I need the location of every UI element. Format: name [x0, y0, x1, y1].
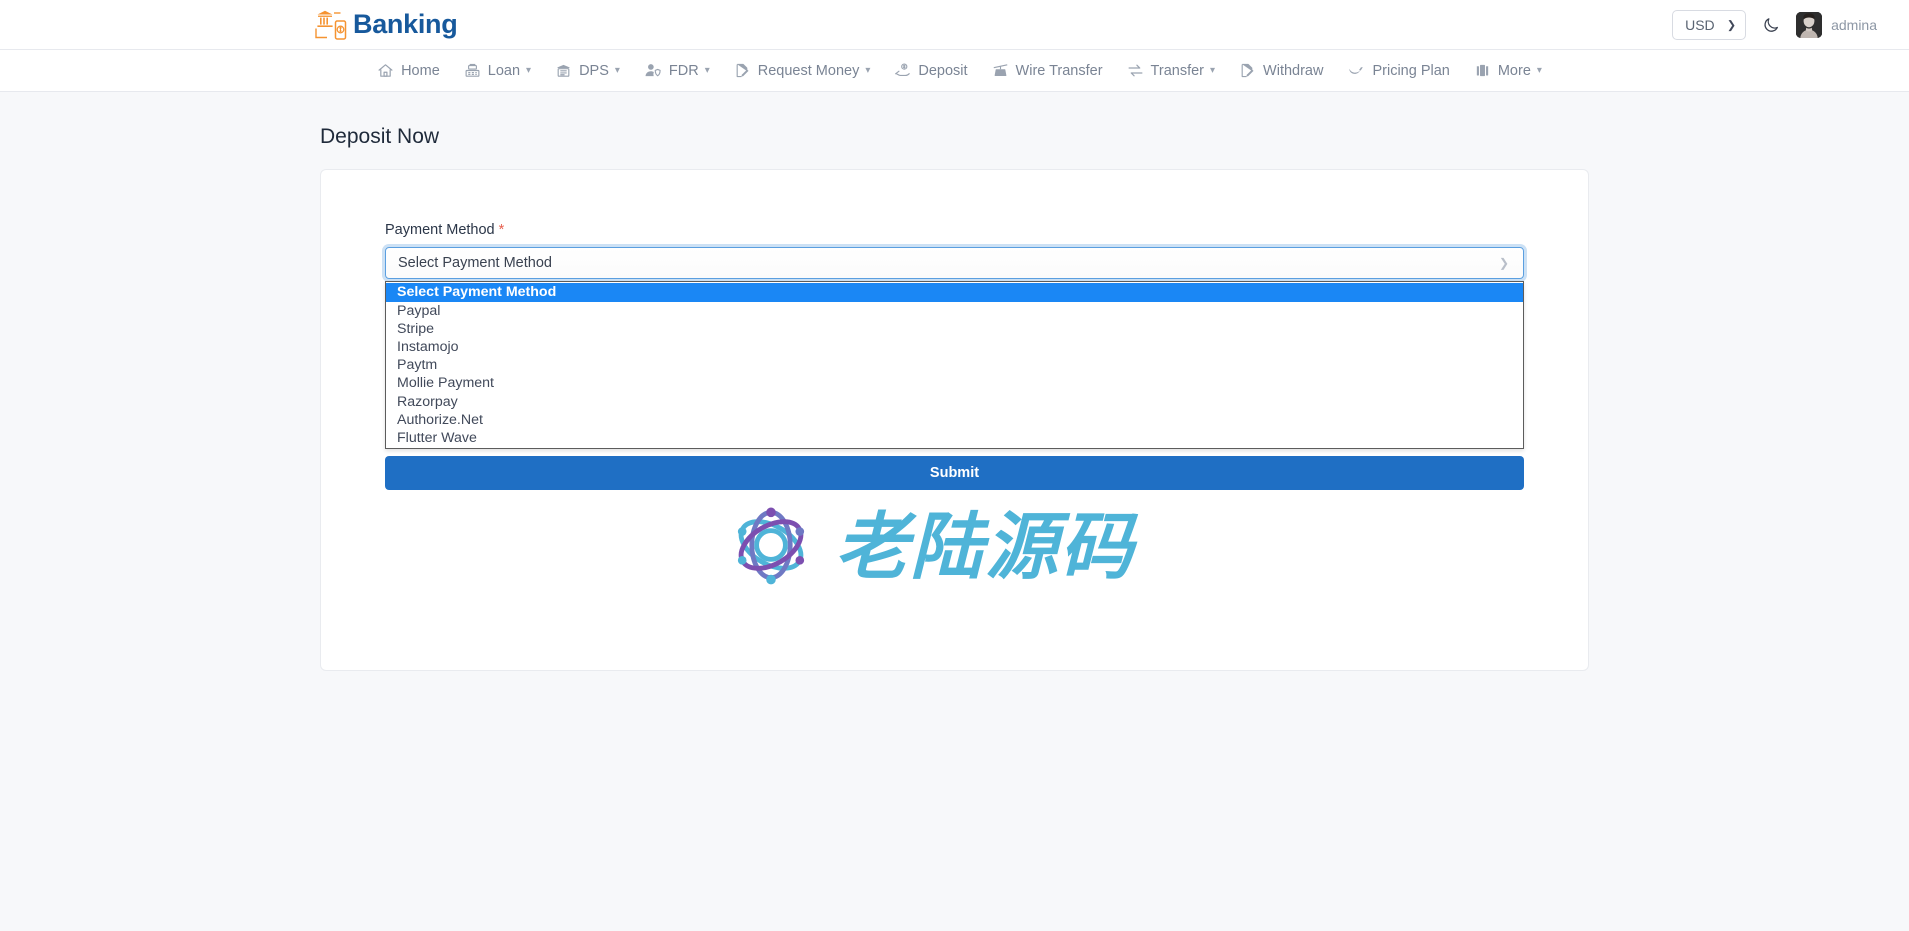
swoosh-check-icon [1347, 62, 1365, 79]
chevron-down-icon: ▾ [705, 65, 710, 76]
nav-item-pricing-plan[interactable]: Pricing Plan [1335, 50, 1461, 92]
dropdown-option[interactable]: Stripe [386, 320, 1523, 338]
nav-item-label: Home [401, 63, 440, 79]
user-shield-icon [644, 62, 662, 79]
brand-name: Banking [353, 11, 457, 38]
file-signature-icon [1239, 62, 1256, 79]
submit-button[interactable]: Submit [385, 456, 1524, 490]
main-content: Deposit Now Payment Method * Select Paym… [0, 92, 1909, 671]
nav-item-label: Withdraw [1263, 63, 1323, 79]
dropdown-option[interactable]: Paypal [386, 302, 1523, 320]
currency-selector-wrap: USD ❯ [1672, 10, 1746, 40]
cash-register-icon [464, 62, 481, 79]
nav-item-dps[interactable]: DPS ▾ [543, 50, 632, 92]
bank-building-mobile-payment-icon [314, 9, 348, 41]
chevron-down-icon: ▾ [1210, 65, 1215, 76]
chevron-down-icon: ▾ [1537, 65, 1542, 76]
nav-item-label: Request Money [758, 63, 860, 79]
dropdown-option[interactable]: Instamojo [386, 338, 1523, 356]
payment-method-label: Payment Method * [385, 222, 1524, 238]
user-menu[interactable]: admina [1796, 12, 1877, 38]
brand-logo-link[interactable]: Banking [314, 9, 457, 41]
username-label: admina [1831, 17, 1877, 33]
nav-item-fdr[interactable]: FDR ▾ [632, 50, 722, 92]
nav-item-label: Wire Transfer [1016, 63, 1103, 79]
payment-method-select[interactable]: Select Payment Method ❯ [385, 247, 1524, 279]
dropdown-option[interactable]: Paytm [386, 356, 1523, 374]
exchange-arrows-icon [1127, 62, 1144, 79]
payment-method-label-text: Payment Method [385, 222, 495, 238]
dropdown-option[interactable]: Select Payment Method [386, 283, 1523, 301]
nav-item-label: Pricing Plan [1372, 63, 1449, 79]
chevron-down-icon: ▾ [526, 65, 531, 76]
wire-transfer-icon [992, 62, 1009, 79]
dropdown-option[interactable]: Flutter Wave [386, 429, 1523, 447]
nav-item-loan[interactable]: Loan ▾ [452, 50, 543, 92]
nav-item-label: Transfer [1151, 63, 1204, 79]
nav-item-request-money[interactable]: Request Money ▾ [722, 50, 883, 92]
dropdown-option[interactable]: Razorpay [386, 393, 1523, 411]
nav-item-wire-transfer[interactable]: Wire Transfer [980, 50, 1115, 92]
deposit-form: Payment Method * Select Payment Method ❯… [321, 170, 1588, 490]
archive-bank-icon [555, 62, 572, 79]
columns-icon [1474, 62, 1491, 79]
chevron-down-icon: ▾ [865, 65, 870, 76]
payment-method-select-shell: Select Payment Method ❯ Select Payment M… [385, 247, 1524, 279]
nav-item-label: Deposit [918, 63, 967, 79]
file-signature-icon [734, 62, 751, 79]
avatar [1796, 12, 1822, 38]
chevron-down-icon: ❯ [1499, 256, 1509, 270]
nav-item-home[interactable]: Home [365, 50, 452, 92]
deposit-form-card: Payment Method * Select Payment Method ❯… [320, 169, 1589, 671]
nav-item-label: DPS [579, 63, 609, 79]
currency-select[interactable]: USD [1672, 10, 1746, 40]
hand-coin-icon [894, 62, 911, 79]
main-navigation: Home Loan ▾ DPS ▾ [0, 50, 1909, 92]
nav-item-more[interactable]: More ▾ [1462, 50, 1554, 92]
moon-icon[interactable] [1760, 14, 1782, 36]
dropdown-option[interactable]: Mollie Payment [386, 374, 1523, 392]
nav-item-transfer[interactable]: Transfer ▾ [1115, 50, 1227, 92]
home-icon [377, 62, 394, 79]
nav-item-deposit[interactable]: Deposit [882, 50, 979, 92]
nav-item-withdraw[interactable]: Withdraw [1227, 50, 1335, 92]
nav-item-label: FDR [669, 63, 699, 79]
header-right-controls: USD ❯ admina [1672, 0, 1877, 50]
dropdown-option[interactable]: Authorize.Net [386, 411, 1523, 429]
payment-method-dropdown-list[interactable]: Select Payment Method Paypal Stripe Inst… [385, 281, 1524, 449]
nav-item-label: Loan [488, 63, 520, 79]
required-marker: * [499, 222, 505, 238]
payment-method-selected-value: Select Payment Method [398, 255, 552, 271]
top-header-bar: Banking USD ❯ [0, 0, 1909, 50]
page-title: Deposit Now [0, 92, 1909, 151]
nav-item-label: More [1498, 63, 1531, 79]
chevron-down-icon: ▾ [615, 65, 620, 76]
